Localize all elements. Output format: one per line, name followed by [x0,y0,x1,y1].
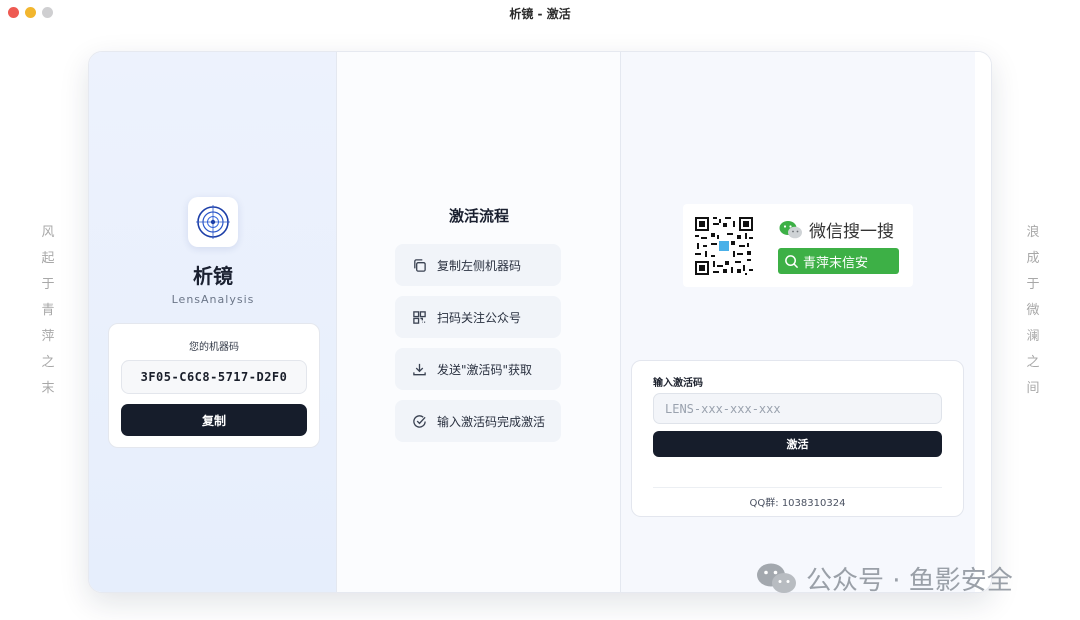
machine-code-label: 您的机器码 [189,342,239,353]
qr-scan-icon [411,309,427,325]
qq-group-text: QQ群: 1038310324 [749,498,846,509]
poem-char: 风 [41,225,55,240]
wechat-search-text: 微信搜一搜 [809,222,894,242]
wechat-promo: 微信搜一搜 青萍末信安 [683,204,913,287]
download-icon [411,361,427,377]
poem-char: 之 [1026,355,1040,370]
app-subtitle: LensAnalysis [171,293,255,306]
activation-form: 输入激活码 激活 QQ群: 1038310324 [631,360,964,517]
step-item-scan: 扫码关注公众号 [395,296,561,338]
poem-char: 澜 [1026,329,1040,344]
window-title: 析镜 - 激活 [509,7,571,21]
watermark-text: 公众号 · 鱼影安全 [806,566,1013,596]
steps-panel: 激活流程 复制左侧机器码 扫码关注公众号 发送"激活码"获取 输入激活码完成激活 [337,52,621,592]
activation-panel: 微信搜一搜 青萍末信安 输入激活码 激活 QQ群: 1038310324 [621,52,975,592]
poem-char: 成 [1026,251,1040,266]
poem-char: 微 [1026,303,1040,318]
wechat-search-heading: 微信搜一搜 [779,217,894,242]
wechat-watermark-icon [757,563,796,593]
step-label: 复制左侧机器码 [437,258,522,273]
wechat-search-query: 青萍末信安 [803,255,869,271]
poem-char: 于 [1026,277,1040,292]
step-item-send: 发送"激活码"获取 [395,348,561,390]
steps-title: 激活流程 [448,207,509,225]
poem-char: 浪 [1026,225,1040,240]
copy-icon [411,257,427,273]
search-icon [785,254,799,268]
poem-char: 间 [1026,381,1040,396]
app-logo-icon [188,197,238,247]
right-poem: 浪 成 于 微 澜 之 间 [1023,224,1043,398]
watermark: 公众号 · 鱼影安全 [756,560,1013,597]
activation-code-label: 输入激活码 [653,378,703,389]
copy-button[interactable]: 复制 [121,404,307,436]
poem-char: 之 [41,355,55,370]
check-circle-icon [411,413,427,429]
divider [653,487,942,488]
step-item-activate: 输入激活码完成激活 [395,400,561,442]
step-label: 扫码关注公众号 [437,310,522,325]
activate-button[interactable]: 激活 [653,431,942,457]
app-name: 析镜 [193,264,233,288]
activation-card: 析镜 LensAnalysis 您的机器码 3F05-C6C8-5717-D2F… [88,51,992,593]
poem-char: 于 [41,277,55,292]
poem-char: 萍 [41,329,55,344]
step-item-copy: 复制左侧机器码 [395,244,561,286]
card-edge [975,52,991,592]
poem-char: 起 [41,251,55,266]
left-poem: 风 起 于 青 萍 之 末 [38,224,58,398]
poem-char: 末 [41,381,55,396]
step-label: 发送"激活码"获取 [437,362,533,377]
machine-code-value[interactable]: 3F05-C6C8-5717-D2F0 [121,360,307,394]
wechat-logo-icon [779,220,802,238]
machine-code-panel: 析镜 LensAnalysis 您的机器码 3F05-C6C8-5717-D2F… [89,52,337,592]
step-label: 输入激活码完成激活 [437,414,546,429]
machine-code-box: 您的机器码 3F05-C6C8-5717-D2F0 复制 [108,323,320,448]
activation-code-input[interactable] [653,393,942,424]
qr-code-icon [695,217,753,275]
wechat-search-box: 青萍末信安 [778,248,899,274]
poem-char: 青 [41,303,55,318]
